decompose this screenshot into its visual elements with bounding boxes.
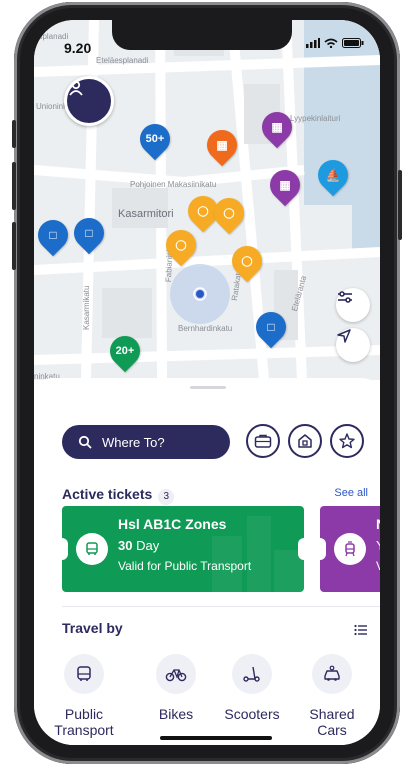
tram-pin[interactable]: ▦ xyxy=(255,105,299,149)
travel-option-label: Public Transport xyxy=(54,706,114,738)
travel-option-label: Bikes xyxy=(158,706,194,722)
briefcase-icon xyxy=(254,434,272,448)
wifi-icon xyxy=(324,38,338,48)
ticket-card[interactable]: Nr Yo Va xyxy=(320,506,380,592)
scooter-icon xyxy=(243,666,260,682)
ticket-card[interactable]: Hsl AB1C Zones 30 Day Valid for Public T… xyxy=(62,506,304,592)
cluster-pin[interactable]: 20+ xyxy=(103,329,147,373)
ticket-duration-unit: Day xyxy=(136,538,160,553)
street-label: Pohjoinen Makasiinikatu xyxy=(130,180,217,189)
sheet-handle[interactable] xyxy=(190,386,226,389)
bike-icon xyxy=(165,669,187,682)
ticket-duration: Yo xyxy=(376,538,380,553)
home-indicator xyxy=(160,736,272,740)
bus-icon: □ xyxy=(49,228,57,242)
where-to-search[interactable]: Where To? xyxy=(62,425,230,459)
ticket-notch xyxy=(62,538,68,560)
map-view[interactable]: Eteläesplanadi esplanadi Lyypekinlaituri… xyxy=(34,20,380,380)
navigation-arrow-icon xyxy=(337,329,351,343)
tickets-count-badge: 3 xyxy=(158,489,175,505)
device-notch xyxy=(112,20,292,50)
active-tickets-title: Active tickets xyxy=(62,486,153,502)
car-icon xyxy=(324,665,340,681)
tram-pin[interactable]: ▦ xyxy=(200,123,244,167)
home-icon xyxy=(298,434,312,448)
side-button xyxy=(398,170,402,240)
locate-button[interactable] xyxy=(336,328,370,362)
travel-icon-circle xyxy=(232,654,272,694)
bus-pin[interactable]: □ xyxy=(67,211,111,255)
bike-icon: ◯ xyxy=(223,207,235,219)
ticket-icon-badge xyxy=(334,533,366,565)
signal-icon xyxy=(306,38,320,48)
travel-icon-circle xyxy=(156,654,196,694)
travel-option-public-transport[interactable]: Public Transport xyxy=(54,654,114,738)
home-shortcut-button[interactable] xyxy=(288,424,322,458)
ticket-duration-number: 30 xyxy=(118,538,133,553)
street-label: Lyypekinlaituri xyxy=(290,114,341,123)
bus-icon: □ xyxy=(267,320,275,334)
ticket-title: Nr xyxy=(376,516,380,532)
ticket-notch xyxy=(298,538,304,560)
tram-icon xyxy=(345,541,355,557)
tram-icon: ▦ xyxy=(216,138,228,152)
bus-icon: □ xyxy=(85,226,93,240)
travel-icon-circle xyxy=(312,654,352,694)
travel-option-label: Scooters xyxy=(224,706,280,722)
list-view-icon[interactable] xyxy=(354,624,368,636)
bike-icon: ◯ xyxy=(241,255,253,267)
see-all-link[interactable]: See all xyxy=(334,487,368,499)
app-screen: Eteläesplanadi esplanadi Lyypekinlaituri… xyxy=(34,20,380,745)
active-tickets-heading: Active tickets 3 xyxy=(62,486,175,505)
tram-pin[interactable]: ▦ xyxy=(263,163,307,207)
bottom-sheet: Where To? Active tickets 3 See all Hsl A… xyxy=(34,378,380,745)
travel-option-shared-cars[interactable]: Shared Cars xyxy=(302,654,362,738)
street-label: Kasarmikatu xyxy=(82,285,91,330)
cluster-pin[interactable]: 50+ xyxy=(133,117,177,161)
star-icon xyxy=(339,433,355,449)
cluster-count: 20+ xyxy=(115,345,135,357)
street-label: Bernhardinkatu xyxy=(178,324,233,333)
filter-button[interactable] xyxy=(336,288,370,322)
bus-icon xyxy=(86,542,98,555)
travel-by-title: Travel by xyxy=(62,620,123,636)
travel-icon-circle xyxy=(64,654,104,694)
travel-option-scooters[interactable]: Scooters xyxy=(222,654,282,722)
favorites-button[interactable] xyxy=(330,424,364,458)
status-time: 9.20 xyxy=(64,40,92,56)
bike-icon: ◯ xyxy=(175,239,187,251)
street-label: Kasarmitori xyxy=(118,208,174,220)
battery-icon xyxy=(342,38,364,48)
travel-option-bikes[interactable]: Bikes xyxy=(146,654,206,722)
bus-icon xyxy=(77,666,91,681)
ticket-validity: Valid for Public Transport xyxy=(118,559,252,573)
profile-button[interactable] xyxy=(64,76,114,126)
side-button xyxy=(12,222,16,270)
side-button xyxy=(12,162,16,210)
search-icon xyxy=(78,435,92,449)
work-shortcut-button[interactable] xyxy=(246,424,280,458)
tram-icon: ▦ xyxy=(271,120,283,134)
bike-pin[interactable]: ◯ xyxy=(159,223,203,267)
street-label: Eteläesplanadi xyxy=(96,56,149,65)
ferry-icon: ⛵ xyxy=(325,168,341,182)
side-button xyxy=(12,120,16,148)
bike-pin[interactable]: ◯ xyxy=(207,191,251,235)
cluster-count: 50+ xyxy=(145,133,165,145)
search-placeholder: Where To? xyxy=(102,434,165,450)
bus-pin[interactable]: □ xyxy=(249,305,293,349)
section-divider xyxy=(62,606,380,607)
bike-pin[interactable]: ◯ xyxy=(225,239,269,283)
ticket-duration: 30 Day xyxy=(118,538,159,553)
ferry-pin[interactable]: ⛵ xyxy=(311,153,355,197)
travel-option-label: Shared Cars xyxy=(309,706,355,738)
tram-icon: ▦ xyxy=(279,178,291,192)
ticket-notch xyxy=(320,538,326,560)
status-icons xyxy=(306,38,364,48)
ticket-icon-badge xyxy=(76,533,108,565)
ticket-title: Hsl AB1C Zones xyxy=(118,516,227,532)
ticket-validity: Va xyxy=(376,559,380,573)
sliders-icon xyxy=(338,291,352,303)
user-icon xyxy=(69,80,83,96)
